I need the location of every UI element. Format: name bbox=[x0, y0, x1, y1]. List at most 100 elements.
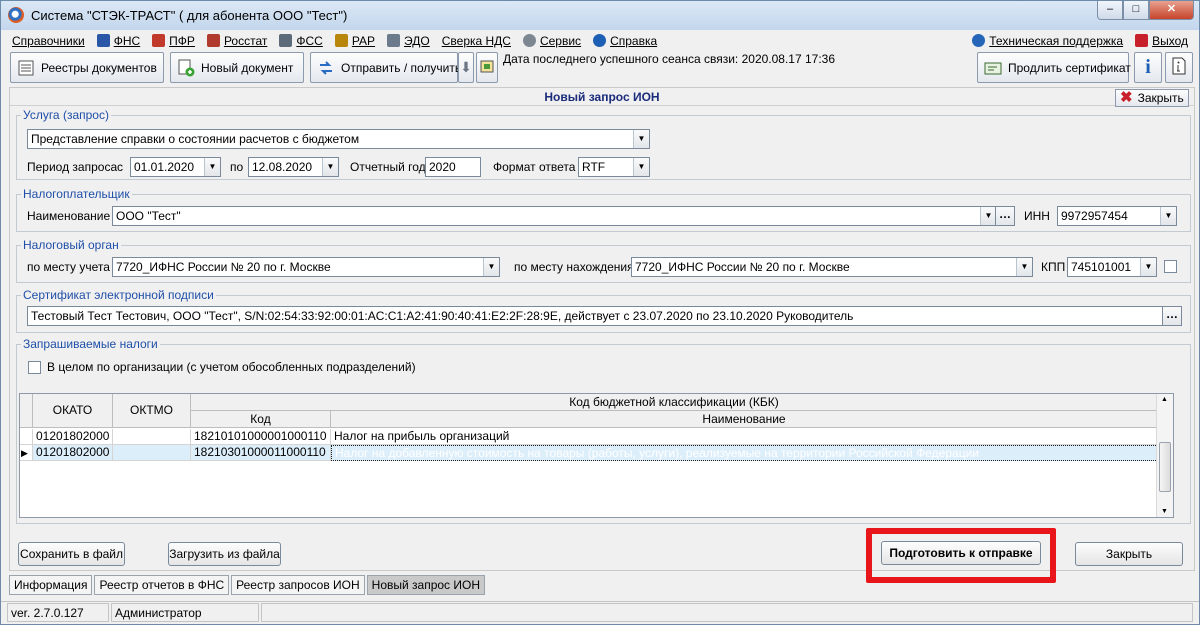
table-scrollbar[interactable]: ▼ ▲ bbox=[1156, 394, 1173, 517]
chevron-down-icon[interactable]: ▼ bbox=[1160, 207, 1176, 225]
minimize-button[interactable]: – bbox=[1097, 1, 1123, 20]
period-label: Период запроса bbox=[27, 160, 118, 174]
period-to-date[interactable]: 12.08.2020 ▼ bbox=[248, 157, 339, 177]
kpp-select[interactable]: 745101001 ▼ bbox=[1067, 257, 1157, 277]
service-legend: Услуга (запрос) bbox=[21, 108, 111, 122]
load-from-file-button[interactable]: Загрузить из файла bbox=[168, 542, 281, 566]
okato-header[interactable]: ОКАТО bbox=[33, 394, 113, 428]
menu-label: Справка bbox=[610, 33, 658, 48]
taxpayer-browse-button[interactable]: … bbox=[995, 206, 1015, 226]
tab-0[interactable]: Информация bbox=[9, 575, 93, 595]
menu-label: Росстат bbox=[223, 33, 268, 48]
panel-close-button[interactable]: ✖ Закрыть bbox=[1115, 89, 1189, 107]
oktmo-header[interactable]: ОКТМО bbox=[113, 394, 191, 428]
tab-1[interactable]: Реестр отчетов в ФНС bbox=[94, 575, 230, 595]
menu-label: Техническая поддержка bbox=[989, 33, 1124, 48]
kbk-name-header[interactable]: Наименование bbox=[331, 411, 1158, 428]
edo-icon bbox=[387, 34, 401, 47]
menu-item-right-0[interactable]: Техническая поддержка bbox=[967, 30, 1130, 51]
close-x-icon: ✖ bbox=[1120, 89, 1133, 106]
menu-item-4[interactable]: ФСС bbox=[274, 30, 329, 51]
certificate-icon bbox=[984, 59, 1002, 77]
document-info-button[interactable] bbox=[1165, 52, 1193, 83]
chevron-down-icon[interactable]: ▼ bbox=[483, 258, 499, 276]
tab-3[interactable]: Новый запрос ИОН bbox=[366, 575, 486, 595]
cell-okato[interactable]: 01201802000 bbox=[33, 429, 113, 445]
kbk-code-header[interactable]: Код bbox=[191, 411, 331, 428]
registers-button[interactable]: Реестры документов bbox=[10, 52, 164, 83]
chevron-down-icon[interactable]: ▼ bbox=[204, 158, 220, 176]
user-text: Администратор bbox=[111, 603, 259, 622]
chevron-down-icon[interactable]: ▼ bbox=[633, 158, 649, 176]
panel-close-label: Закрыть bbox=[1137, 91, 1184, 105]
response-format-value: RTF bbox=[582, 160, 606, 174]
chevron-down-icon[interactable]: ▼ bbox=[1016, 258, 1032, 276]
service-select[interactable]: Представление справки о состоянии расчет… bbox=[27, 129, 650, 149]
window-close-button[interactable]: ✕ bbox=[1149, 1, 1194, 20]
menu-item-8[interactable]: Сервис bbox=[518, 30, 588, 51]
taxpayer-name-label: Наименование bbox=[27, 209, 111, 223]
window-title: Система "СТЭК-ТРАСТ" ( для абонента ООО … bbox=[31, 8, 348, 23]
row-indicator[interactable]: ▶ bbox=[20, 445, 33, 461]
cell-oktmo[interactable] bbox=[113, 429, 191, 445]
inn-label: ИНН bbox=[1024, 209, 1050, 223]
menu-label: Выход bbox=[1152, 33, 1188, 48]
report-year-input[interactable]: 2020 bbox=[425, 157, 481, 177]
tab-2[interactable]: Реестр запросов ИОН bbox=[231, 575, 365, 595]
taxes-table: ОКАТО ОКТМО Код бюджетной классификации … bbox=[19, 393, 1174, 518]
cell-kbk-code[interactable]: 18210101000001000110 bbox=[191, 429, 331, 445]
document-info-icon bbox=[1171, 57, 1187, 78]
response-format-select[interactable]: RTF ▼ bbox=[578, 157, 650, 177]
cell-kbk-name[interactable]: Налог на прибыль организаций bbox=[331, 429, 1158, 445]
new-document-button[interactable]: Новый документ bbox=[170, 52, 304, 83]
chevron-down-icon[interactable]: ▼ bbox=[980, 207, 996, 225]
cell-kbk-code[interactable]: 18210301000011000110 bbox=[191, 445, 331, 461]
certificate-browse-button[interactable]: … bbox=[1162, 306, 1182, 326]
pfr-icon bbox=[152, 34, 166, 47]
menu-label: РАР bbox=[351, 33, 376, 48]
scroll-down-icon[interactable]: ▼ bbox=[1161, 508, 1168, 515]
chevron-down-icon[interactable]: ▼ bbox=[1140, 258, 1156, 276]
menu-item-7[interactable]: Сверка НДС bbox=[437, 30, 518, 51]
period-from-date[interactable]: 01.01.2020 ▼ bbox=[130, 157, 221, 177]
row-indicator[interactable] bbox=[20, 429, 33, 445]
help-icon bbox=[593, 34, 607, 47]
menu-item-right-1[interactable]: Выход bbox=[1130, 30, 1195, 51]
document-list-icon bbox=[17, 59, 35, 77]
cell-oktmo[interactable] bbox=[113, 445, 191, 461]
send-receive-button[interactable]: Отправить / получить bbox=[310, 52, 461, 83]
menu-item-6[interactable]: ЭДО bbox=[382, 30, 437, 51]
taxpayer-name-select[interactable]: ООО "Тест" ▼ bbox=[112, 206, 997, 226]
cell-kbk-name[interactable]: Налог на добавленную стоимость на товары… bbox=[331, 445, 1158, 461]
chevron-down-icon[interactable]: ▼ bbox=[633, 130, 649, 148]
inn-value: 9972957454 bbox=[1061, 209, 1128, 223]
certificate-group: Сертификат электронной подписи Тестовый … bbox=[16, 288, 1191, 333]
close-button[interactable]: Закрыть bbox=[1075, 542, 1183, 566]
info-button[interactable]: i bbox=[1134, 52, 1162, 83]
save-to-file-button[interactable]: Сохранить в файл bbox=[18, 542, 125, 566]
menu-item-1[interactable]: ФНС bbox=[92, 30, 147, 51]
certificate-field[interactable]: Тестовый Тест Тестович, ООО "Тест", S/N:… bbox=[27, 306, 1164, 326]
kpp-checkbox[interactable] bbox=[1164, 260, 1177, 273]
prepare-to-send-button[interactable]: Подготовить к отправке bbox=[881, 541, 1041, 565]
renew-certificate-button[interactable]: Продлить сертификат bbox=[977, 52, 1131, 83]
rar-icon bbox=[334, 34, 348, 47]
inn-select[interactable]: 9972957454 ▼ bbox=[1057, 206, 1177, 226]
taxpayer-group: Налогоплательщик Наименование ООО "Тест"… bbox=[16, 187, 1191, 232]
cell-okato[interactable]: 01201802000 bbox=[33, 445, 113, 461]
menu-item-0[interactable]: Справочники bbox=[7, 30, 92, 51]
menu-item-2[interactable]: ПФР bbox=[147, 30, 202, 51]
location-authority-select[interactable]: 7720_ИФНС России № 20 по г. Москве ▼ bbox=[631, 257, 1033, 277]
menu-item-3[interactable]: Росстат bbox=[202, 30, 274, 51]
menu-item-5[interactable]: РАР bbox=[330, 30, 382, 51]
scroll-up-icon[interactable]: ▲ bbox=[1161, 396, 1168, 403]
maximize-button[interactable]: □ bbox=[1123, 1, 1149, 20]
registration-authority-select[interactable]: 7720_ИФНС России № 20 по г. Москве ▼ bbox=[112, 257, 500, 277]
scrollbar-thumb[interactable] bbox=[1159, 442, 1171, 492]
send-dropdown-button[interactable]: ⬇ bbox=[458, 52, 474, 83]
menu-item-9[interactable]: Справка bbox=[588, 30, 664, 51]
whole-organization-checkbox[interactable] bbox=[28, 361, 41, 374]
chevron-down-icon[interactable]: ▼ bbox=[322, 158, 338, 176]
archive-button[interactable] bbox=[476, 52, 498, 83]
app-logo-icon bbox=[8, 7, 24, 23]
